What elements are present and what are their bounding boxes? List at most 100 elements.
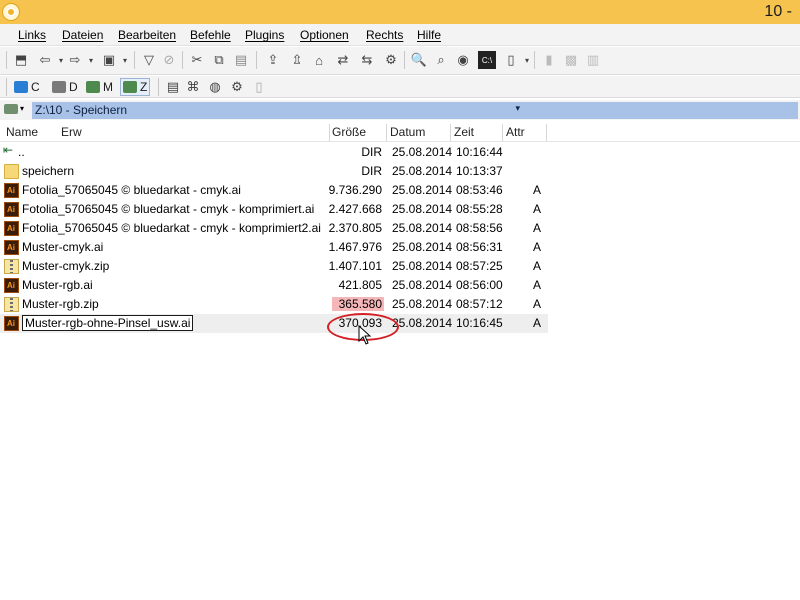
file-name-rename-field[interactable]: Muster-rgb-ohne-Pinsel_usw.ai (22, 315, 194, 331)
file-row[interactable]: Muster-cmyk.ai 1.467.976 25.08.2014 08:5… (0, 238, 548, 257)
unpack-icon[interactable]: ⇫ (288, 51, 306, 69)
ftp-connect-icon[interactable]: ⌘ (184, 78, 202, 96)
current-path[interactable]: Z:\10 - Speichern ▾ (32, 102, 798, 119)
file-row[interactable]: speichern DIR 25.08.2014 10:13:37 (0, 162, 548, 181)
file-size: 1.467.976 (328, 240, 382, 254)
file-time: 08:56:00 (456, 278, 503, 292)
file-attr: A (533, 183, 542, 197)
command-prompt-icon[interactable]: C:\ (478, 51, 496, 69)
refresh-icon[interactable]: ⬒ (12, 51, 30, 69)
drive-toolbar: C D M Z ▤ ⌘ ◍ ⚙ ▯ (0, 76, 800, 98)
folder-icon (4, 164, 19, 179)
drive-label: M (103, 80, 113, 94)
drive-c-button[interactable]: C (12, 78, 42, 96)
copy-icon[interactable]: ⧉ (210, 51, 228, 69)
toolbar-separator (134, 51, 135, 69)
file-date: 25.08.2014 (392, 202, 453, 216)
file-row[interactable]: Fotolia_57065045 © bluedarkat - cmyk - k… (0, 219, 548, 238)
column-extension[interactable]: Erw (61, 125, 82, 139)
drive-m-button[interactable]: M (84, 78, 115, 96)
column-separator[interactable] (386, 124, 387, 141)
menu-plugins[interactable]: Plugins (245, 28, 284, 42)
menu-links[interactable]: Links (18, 28, 46, 42)
app-icon[interactable] (2, 3, 20, 21)
cut-icon[interactable]: ✂ (188, 51, 206, 69)
window-title: 10 - (764, 3, 792, 20)
view-mode-dropdown-icon[interactable]: ▾ (116, 51, 134, 69)
toolbar-separator (256, 51, 257, 69)
file-row[interactable]: Fotolia_57065045 © bluedarkat - cmyk.ai … (0, 181, 548, 200)
file-size: 2.370.805 (328, 221, 382, 235)
pack-icon[interactable]: ⇪ (264, 51, 282, 69)
sync-icon[interactable]: ⇄ (334, 51, 352, 69)
file-attr: A (533, 259, 542, 273)
chevron-down-icon[interactable]: ▾ (20, 104, 24, 113)
disabled-tool-icon[interactable]: ▮ (540, 51, 558, 69)
file-row[interactable]: Muster-rgb.ai 421.805 25.08.2014 08:56:0… (0, 276, 548, 295)
file-name: Fotolia_57065045 © bluedarkat - cmyk.ai (22, 183, 241, 197)
disabled-print-icon[interactable]: ▩ (562, 51, 580, 69)
menu-optionen[interactable]: Optionen (300, 28, 349, 42)
drive-d-button[interactable]: D (50, 78, 80, 96)
zip-archive-icon (4, 297, 19, 312)
illustrator-file-icon (4, 183, 19, 198)
paste-icon[interactable]: ▤ (232, 51, 250, 69)
disabled-tool-icon[interactable]: ▯ (250, 78, 268, 96)
menu-bearbeiten[interactable]: Bearbeiten (118, 28, 176, 42)
file-name: .. (18, 145, 25, 159)
file-attr: A (533, 297, 542, 311)
column-separator[interactable] (502, 124, 503, 141)
column-name[interactable]: Name (6, 125, 38, 139)
file-name: Muster-rgb.ai (22, 278, 93, 292)
column-separator[interactable] (546, 124, 547, 141)
file-size: 1.407.101 (328, 259, 382, 273)
column-attributes[interactable]: Attr (506, 125, 525, 139)
file-row-parent[interactable]: ⇤ .. DIR 25.08.2014 10:16:44 (0, 143, 548, 162)
file-attr: A (533, 278, 542, 292)
drive-label: Z (140, 80, 148, 94)
menu-rechts[interactable]: Rechts (366, 28, 403, 42)
column-separator[interactable] (450, 124, 451, 141)
path-bar: ▾ Z:\10 - Speichern ▾ (0, 100, 800, 120)
file-time: 08:57:25 (456, 259, 503, 273)
column-date[interactable]: Datum (390, 125, 425, 139)
compare-icon[interactable]: ⇆ (358, 51, 376, 69)
disabled-trash-icon[interactable]: ▥ (584, 51, 602, 69)
file-row[interactable]: Fotolia_57065045 © bluedarkat - cmyk - k… (0, 200, 548, 219)
ftp-settings-icon[interactable]: ⚙ (228, 78, 246, 96)
clear-filter-icon[interactable]: ⊘ (160, 51, 178, 69)
menu-befehle[interactable]: Befehle (190, 28, 231, 42)
column-size[interactable]: Größe (332, 125, 366, 139)
path-history-chevron-down-icon[interactable]: ▾ (515, 103, 520, 114)
menu-dateien[interactable]: Dateien (62, 28, 103, 42)
toolbar-grip (6, 78, 7, 96)
drive-z-button[interactable]: Z (120, 78, 151, 96)
multi-rename-icon[interactable]: ⚙ (382, 51, 400, 69)
file-row-selected[interactable]: Muster-rgb-ohne-Pinsel_usw.ai 370.093 25… (0, 314, 548, 333)
illustrator-file-icon (4, 221, 19, 236)
file-size: 2.427.668 (328, 202, 382, 216)
file-time: 08:56:31 (456, 240, 503, 254)
file-size: 9.736.290 (328, 183, 382, 197)
file-name: Fotolia_57065045 © bluedarkat - cmyk - k… (22, 221, 321, 235)
find-icon[interactable]: ⌕ (432, 51, 450, 69)
search-icon[interactable]: 🔍 (410, 51, 428, 69)
file-time: 10:16:45 (456, 316, 503, 330)
filter-icon[interactable]: ▽ (140, 51, 158, 69)
column-separator[interactable] (329, 124, 330, 141)
column-time[interactable]: Zeit (454, 125, 474, 139)
new-folder-icon[interactable]: ⌂ (310, 51, 328, 69)
menu-hilfe[interactable]: Hilfe (417, 28, 441, 42)
file-row[interactable]: Muster-rgb.zip 365.580 25.08.2014 08:57:… (0, 295, 548, 314)
ftp-icon[interactable]: ◉ (454, 51, 472, 69)
forward-dropdown-icon[interactable]: ▾ (82, 51, 100, 69)
ftp-disconnect-icon[interactable]: ◍ (206, 78, 224, 96)
network-drive-icon[interactable] (4, 104, 18, 114)
network-neighborhood-icon[interactable]: ▤ (164, 78, 182, 96)
file-size: 421.805 (338, 278, 382, 292)
file-time: 08:53:46 (456, 183, 503, 197)
file-row[interactable]: Muster-cmyk.zip 1.407.101 25.08.2014 08:… (0, 257, 548, 276)
title-bar: 10 - (0, 0, 800, 24)
network-drive-icon (123, 81, 137, 93)
file-time: 10:13:37 (456, 164, 503, 178)
